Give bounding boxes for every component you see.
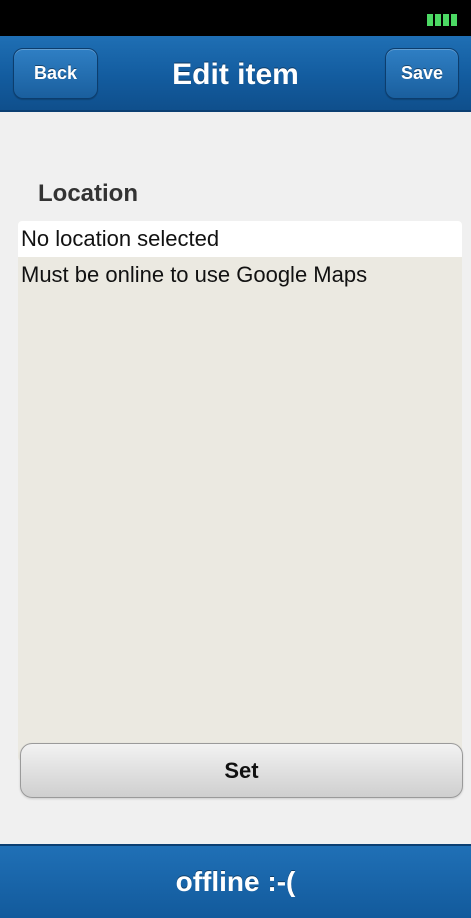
set-location-button[interactable]: Set <box>20 743 463 798</box>
header-bar: Back Edit item Save <box>0 36 471 112</box>
footer-bar: offline :-( <box>0 844 471 918</box>
location-value: No location selected <box>18 221 462 257</box>
connection-status: offline :-( <box>175 866 296 897</box>
status-bar <box>0 0 471 36</box>
app-screen: Back Edit item Save Location No location… <box>0 0 471 918</box>
online-required-note: Must be online to use Google Maps <box>21 262 368 287</box>
location-panel: No location selected Must be online to u… <box>18 221 462 761</box>
location-label: Location <box>38 180 138 207</box>
save-button[interactable]: Save <box>385 48 459 99</box>
battery-full-icon <box>427 14 457 26</box>
